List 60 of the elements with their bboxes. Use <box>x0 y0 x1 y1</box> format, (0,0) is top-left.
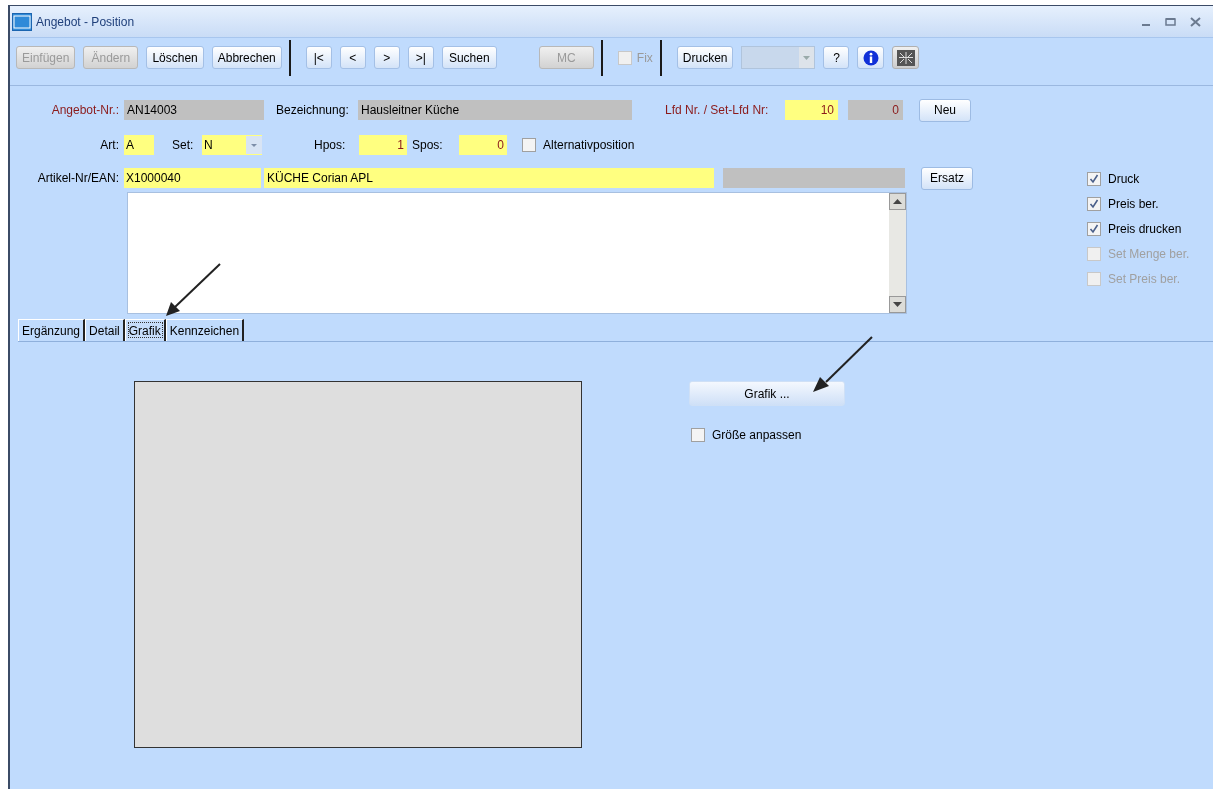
replace-button[interactable]: Ersatz <box>921 166 973 190</box>
collapse-icon <box>897 49 915 66</box>
field-label: Set: <box>172 137 195 154</box>
scroll-up-icon[interactable] <box>889 193 906 210</box>
new-button[interactable]: Neu <box>919 98 971 122</box>
checkbox-label: Set Menge ber. <box>1108 246 1190 263</box>
tab[interactable]: Detail <box>85 319 125 341</box>
checkbox[interactable] <box>1087 172 1101 186</box>
checkbox-label: Druck <box>1108 171 1140 188</box>
tab[interactable]: Ergänzung <box>18 319 86 341</box>
tab[interactable]: Kennzeichen <box>165 319 245 341</box>
field-label: Lfd Nr. / Set-Lfd Nr: <box>665 102 770 119</box>
info-button[interactable] <box>857 46 885 69</box>
checkbox[interactable] <box>1087 197 1101 211</box>
sub-position-field[interactable]: 0 <box>459 135 507 155</box>
toolbar-button[interactable]: Suchen <box>441 46 497 69</box>
maximize-icon[interactable] <box>1165 16 1176 27</box>
memo-field[interactable] <box>127 192 907 314</box>
graphic-button[interactable]: Grafik ... <box>689 381 845 406</box>
pointer-arrow <box>810 335 875 395</box>
checkbox-label: Preis drucken <box>1108 221 1182 238</box>
article-description-field[interactable]: KÜCHE Corian APL <box>264 168 714 188</box>
tab[interactable]: Grafik <box>124 319 166 341</box>
navigation-button[interactable]: ? <box>823 46 850 69</box>
scrollbar[interactable] <box>889 193 906 313</box>
field-label: Art: <box>99 137 120 154</box>
window-title: Angebot - Position <box>36 13 135 31</box>
field-label: Artikel-Nr/EAN: <box>36 170 120 187</box>
toolbar-button[interactable]: Abbrechen <box>211 46 282 69</box>
checkbox[interactable] <box>1087 222 1101 236</box>
toolbar-button[interactable]: Löschen <box>146 46 204 69</box>
checkbox[interactable] <box>691 428 705 442</box>
scroll-down-icon[interactable] <box>889 296 906 313</box>
navigation-button[interactable]: < <box>339 46 366 69</box>
field-label: Spos: <box>412 137 444 154</box>
app-icon <box>12 12 32 31</box>
navigation-button[interactable]: >| <box>407 46 434 69</box>
checkbox-label: Set Preis ber. <box>1108 271 1181 288</box>
navigation-button[interactable]: > <box>373 46 400 69</box>
checkbox-label: Preis ber. <box>1108 196 1159 213</box>
field-label: Angebot-Nr.: <box>50 102 120 119</box>
checkbox-label: Alternativposition <box>543 137 635 154</box>
checkbox-label: Fix <box>636 49 653 67</box>
close-icon[interactable] <box>1190 16 1201 27</box>
offer-number-field[interactable]: AN14003 <box>124 100 264 120</box>
sequence-field[interactable]: 10 <box>785 100 838 120</box>
field-label: Hpos: <box>314 137 347 154</box>
toolbar-button[interactable]: Drucken <box>676 46 734 69</box>
set-sequence-field[interactable]: 0 <box>848 100 903 120</box>
art-field[interactable]: A <box>124 135 154 155</box>
main-position-field[interactable]: 1 <box>359 135 407 155</box>
designation-field[interactable]: Hausleitner Küche <box>358 100 632 120</box>
navigation-button[interactable]: |< <box>305 46 332 69</box>
layout-button[interactable] <box>892 46 920 69</box>
field-label: Bezeichnung: <box>276 102 350 119</box>
info-icon <box>863 49 879 66</box>
set-dropdown[interactable]: N <box>202 135 262 155</box>
checkbox-label: Größe anpassen <box>712 427 802 444</box>
checkbox[interactable] <box>522 138 536 152</box>
article-number-field[interactable]: X1000040 <box>124 168 261 188</box>
